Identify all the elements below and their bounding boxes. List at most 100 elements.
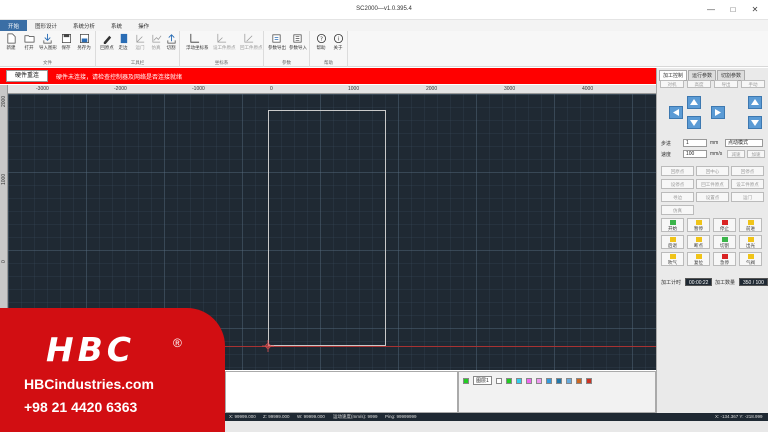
tab-system[interactable]: 系统: [103, 20, 130, 31]
trace-button[interactable]: 走边: [115, 33, 131, 51]
set-stop-point-button[interactable]: 设停点: [661, 179, 694, 189]
hardware-reconnect-button[interactable]: 硬件重连: [6, 70, 48, 82]
goto-center-button[interactable]: 回中心: [696, 166, 729, 176]
layer-color-swatch[interactable]: [505, 377, 512, 384]
import-label: 导入图形: [39, 45, 57, 50]
param-import-button[interactable]: 参数导入: [289, 33, 307, 51]
arrow-left-icon: [673, 109, 679, 116]
jog-z-down-button[interactable]: [748, 116, 762, 129]
param-export-button[interactable]: 参数导出: [268, 33, 286, 51]
align-button[interactable]: 对机: [660, 80, 684, 88]
pause-button[interactable]: 暂停: [687, 218, 710, 232]
arrow-right-icon: [715, 109, 721, 116]
save-button[interactable]: 保存: [58, 33, 74, 51]
tab-analysis[interactable]: 系统分析: [65, 20, 103, 31]
manual-button[interactable]: 手动: [741, 80, 765, 88]
simulate-button[interactable]: 仿真: [148, 33, 164, 51]
layer-color-swatch[interactable]: [515, 377, 522, 384]
alert-message: 硬件未连接，请检查控制器及网络是否连接就绪: [56, 75, 183, 81]
layer-color-swatch[interactable]: [575, 377, 582, 384]
jog-left-button[interactable]: [669, 106, 683, 119]
jog-up-button[interactable]: [687, 96, 701, 109]
edge-find-button[interactable]: 寻边: [661, 192, 694, 202]
breakpoint-label: 断点: [694, 243, 703, 248]
layer-color-swatch[interactable]: [555, 377, 562, 384]
gas-valve-button[interactable]: 气阀: [739, 252, 762, 266]
layer-color-swatch[interactable]: [545, 377, 552, 384]
air-blow-label: 吹气: [668, 260, 677, 265]
jog-down-button[interactable]: [687, 116, 701, 129]
step-label: 步进: [661, 141, 672, 147]
breakpoint-button[interactable]: 断点: [687, 235, 710, 249]
layer-color-swatch[interactable]: [535, 377, 542, 384]
forward-button[interactable]: 前进: [739, 218, 762, 232]
laser-out-button[interactable]: 出光: [739, 235, 762, 249]
step-input[interactable]: 1: [683, 139, 707, 147]
set-point-button[interactable]: 设置点: [696, 192, 729, 202]
title-bar: SC2000—v1.0.395.4 — □ ✕: [0, 0, 768, 20]
jog-z-up-button[interactable]: [748, 96, 762, 109]
goto-stop-point-button[interactable]: 回停点: [731, 166, 764, 176]
start-button[interactable]: 开始: [661, 218, 684, 232]
layer-name[interactable]: 图层1: [473, 376, 492, 385]
simulate-panel-button[interactable]: 仿真: [661, 205, 694, 215]
time-label: 加工计时: [661, 280, 682, 286]
origin-crosshair-icon: [262, 340, 274, 352]
new-file-icon: [6, 33, 16, 44]
emergency-stop-button[interactable]: 急停: [713, 252, 736, 266]
about-button[interactable]: i 关于: [330, 33, 346, 51]
v-tick: 0: [1, 260, 7, 263]
import-button[interactable]: 导入图形: [39, 33, 57, 51]
speed-input[interactable]: 100: [683, 150, 707, 158]
close-button[interactable]: ✕: [750, 5, 760, 14]
goto-work-origin-button[interactable]: 回工件原点: [696, 179, 729, 189]
forward-icon: [747, 220, 754, 225]
cut-button[interactable]: 切割: [163, 33, 179, 51]
h-tick: -1000: [192, 86, 205, 92]
maximize-button[interactable]: □: [728, 5, 738, 14]
step-mode-select[interactable]: 点动模式: [725, 139, 763, 147]
layer-color-swatch[interactable]: [525, 377, 532, 384]
minimize-button[interactable]: —: [706, 5, 716, 14]
param-import-label: 参数导入: [289, 45, 307, 50]
help-button[interactable]: ? 帮助: [313, 33, 329, 51]
layer-color-swatch[interactable]: [585, 377, 592, 384]
axis-icon: [135, 34, 144, 43]
ribbon-toolbar: 新建 打开 导入图形 保存 另存为 文件 回原点 走边 运门 仿真 切割 工具栏…: [0, 31, 768, 67]
goto-origin-panel-button[interactable]: 回原点: [661, 166, 694, 176]
tab-design[interactable]: 图形设计: [27, 20, 65, 31]
window-title: SC2000—v1.0.395.4: [356, 6, 412, 12]
home-origin-button[interactable]: 回原点: [99, 33, 115, 51]
float-coord-button[interactable]: 浮动坐标系: [186, 33, 209, 51]
cut-label: 切割: [166, 45, 176, 50]
tab-start[interactable]: 开始: [0, 20, 28, 31]
set-origin-button[interactable]: 设工件原点: [213, 33, 236, 51]
open-button[interactable]: 打开: [21, 33, 37, 51]
stop-button[interactable]: 停止: [713, 218, 736, 232]
reset-button[interactable]: 复位: [687, 252, 710, 266]
accelerate-button[interactable]: 加速: [747, 150, 765, 158]
run-button[interactable]: 运门: [132, 33, 148, 51]
export-button[interactable]: 导出: [714, 80, 738, 88]
layer-color-swatch[interactable]: [495, 377, 502, 384]
layer-color-swatch[interactable]: [565, 377, 572, 384]
run-frame-button[interactable]: 运门: [731, 192, 764, 202]
height-button[interactable]: 高度: [687, 80, 711, 88]
ribbon-group-coords: 浮动坐标系 设工件原点 回工件原点 坐标系: [180, 31, 264, 67]
new-button[interactable]: 新建: [3, 33, 19, 51]
decelerate-button[interactable]: 减速: [727, 150, 745, 158]
brand-website[interactable]: HBCindustries.com: [24, 376, 154, 392]
work-area-rectangle[interactable]: [268, 110, 386, 346]
layer-color-swatch[interactable]: [463, 377, 469, 384]
cut-icon: [166, 34, 176, 44]
tab-operation[interactable]: 操作: [130, 20, 157, 31]
x-readout: X: 99999.000: [229, 414, 256, 419]
set-work-origin-button[interactable]: 设工件原点: [731, 179, 764, 189]
air-blow-button[interactable]: 吹气: [661, 252, 684, 266]
goto-origin-button[interactable]: 回工件原点: [240, 33, 263, 51]
help-icon: ?: [316, 33, 326, 44]
save-as-button[interactable]: 另存为: [76, 33, 92, 51]
backward-button[interactable]: 后退: [661, 235, 684, 249]
cut-panel-button[interactable]: 切割: [713, 235, 736, 249]
jog-right-button[interactable]: [711, 106, 725, 119]
